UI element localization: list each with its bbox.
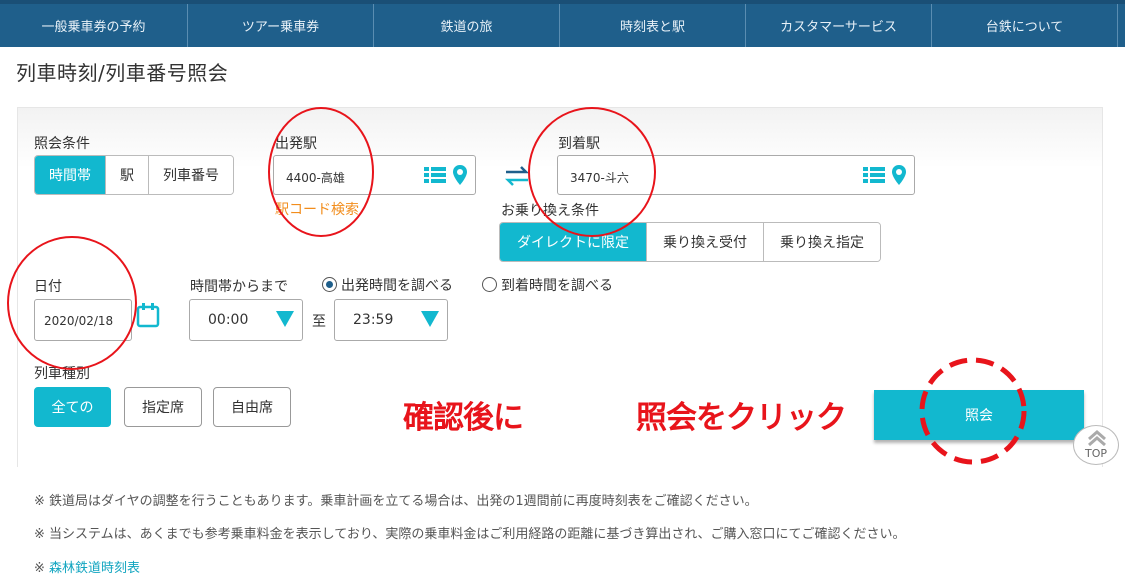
date-value: 2020/02/18 [44,314,114,328]
nav-item-timetable-stations[interactable]: 時刻表と駅 [560,4,746,47]
transfer-segmented-control: ダイレクトに限定 乗り換え受付 乗り換え指定 [499,222,881,262]
time-to-value: 23:59 [353,312,394,328]
departure-station-value: 4400-高雄 [286,171,345,185]
nav-item-ticket-reservation[interactable]: 一般乗車券の予約 [0,4,188,47]
departure-station-input[interactable]: 4400-高雄 [273,155,476,195]
note-forest-railway: ※ 森林鉄道時刻表 [34,557,140,575]
nav-item-tour-ticket[interactable]: ツアー乗車券 [188,4,374,47]
note-schedule-adjustment: ※ 鉄道局はダイヤの調整を行うこともあります。乗車計画を立てる場合は、出発の1週… [34,494,758,509]
radio-departure-time[interactable]: 出発時間を調べる [322,275,453,295]
radio-arrival-time[interactable]: 到着時間を調べる [482,275,613,295]
radio-arrival-label: 到着時間を調べる [501,278,613,294]
station-list-icon[interactable] [863,166,885,184]
train-type-all-button[interactable]: 全ての [34,387,111,427]
date-input[interactable]: 2020/02/18 [34,299,132,341]
time-from-select[interactable]: 00:00 [189,299,303,341]
annotation-after-confirm: 確認後に [403,400,524,436]
annotation-click-search: 照会をクリック [636,400,847,436]
caret-down-icon [421,311,439,327]
swap-stations-icon[interactable] [504,166,530,186]
station-code-search-link[interactable]: 駅コード検索 [275,199,359,219]
time-range-label: 時間帯からまで [190,279,288,295]
radio-icon-selected [322,277,337,292]
train-type-unreserved-button[interactable]: 自由席 [213,387,291,427]
time-separator: 至 [312,314,326,330]
query-option-station[interactable]: 駅 [106,156,149,194]
note-prefix: ※ [34,561,50,575]
caret-down-icon [276,311,294,327]
train-type-reserved-button[interactable]: 指定席 [124,387,202,427]
date-label: 日付 [34,279,62,295]
search-button[interactable]: 照会 [874,390,1084,440]
departure-label: 出発駅 [275,136,317,152]
query-segmented-control: 時間帯 駅 列車番号 [34,155,234,195]
arrival-label: 到着駅 [558,136,600,152]
station-list-icon[interactable] [424,166,446,184]
time-from-value: 00:00 [208,312,249,328]
calendar-icon[interactable] [136,302,160,328]
radio-icon [482,277,497,292]
page-title: 列車時刻/列車番号照会 [16,61,229,85]
nav-item-customer-service[interactable]: カスタマーサービス [746,4,932,47]
nav-item-about[interactable]: 台鉄について [932,4,1118,47]
map-pin-icon[interactable] [891,164,907,186]
top-nav: 一般乗車券の予約 ツアー乗車券 鉄道の旅 時刻表と駅 カスタマーサービス 台鉄に… [0,0,1125,47]
radio-departure-label: 出発時間を調べる [341,278,453,294]
transfer-label: お乗り換え条件 [501,203,599,219]
train-type-label: 列車種別 [34,366,90,382]
time-to-select[interactable]: 23:59 [334,299,448,341]
arrival-station-value: 3470-斗六 [570,171,629,185]
arrival-station-input[interactable]: 3470-斗六 [557,155,915,195]
map-pin-icon[interactable] [452,164,468,186]
query-label: 照会条件 [34,136,90,152]
query-option-train-number[interactable]: 列車番号 [149,156,233,194]
nav-item-railway-travel[interactable]: 鉄道の旅 [374,4,560,47]
query-option-time[interactable]: 時間帯 [35,156,106,194]
back-to-top-button[interactable]: TOP [1073,425,1119,465]
forest-railway-timetable-link[interactable]: 森林鉄道時刻表 [49,561,140,575]
chevron-up-icon [1088,430,1106,446]
transfer-option-accept[interactable]: 乗り換え受付 [647,223,764,261]
transfer-option-specify[interactable]: 乗り換え指定 [764,223,880,261]
note-fare-reference: ※ 当システムは、あくまでも参考乗車料金を表示しており、実際の乗車料金はご利用経… [34,527,906,542]
transfer-option-direct[interactable]: ダイレクトに限定 [500,223,647,261]
top-label: TOP [1084,447,1107,460]
